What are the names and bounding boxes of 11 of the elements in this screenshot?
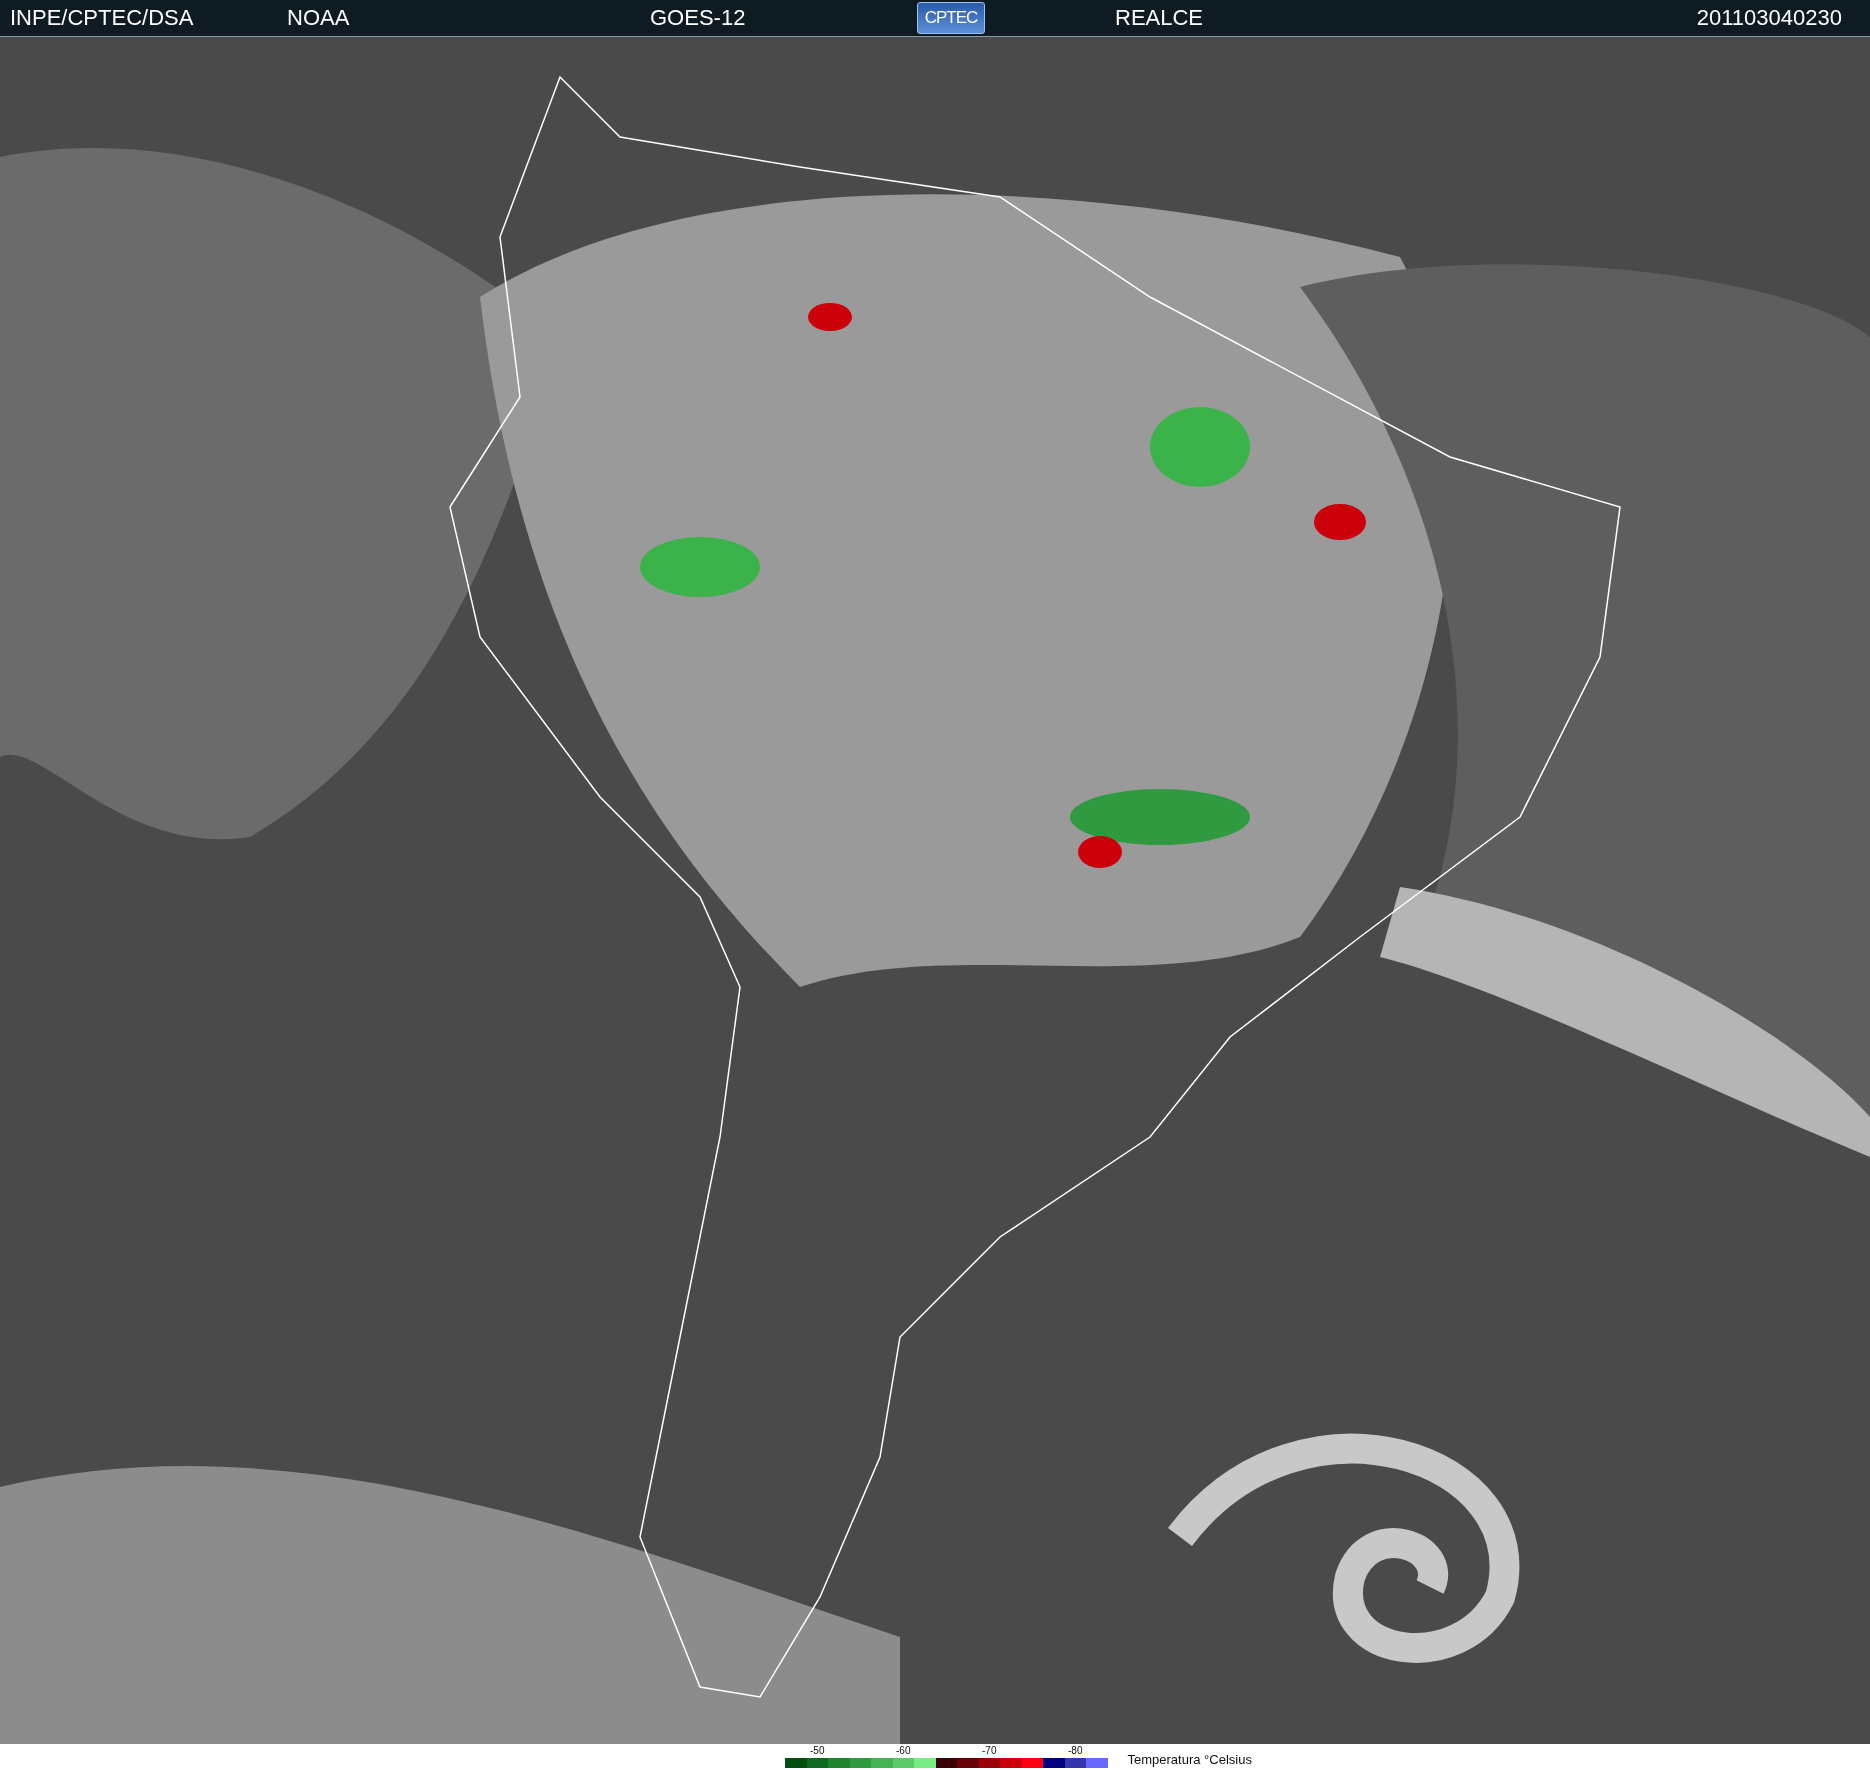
satellite-label: GOES-12 <box>650 5 747 31</box>
scale-tick-label: -50 <box>809 1745 826 1758</box>
scale-tick-label: -70 <box>981 1745 998 1758</box>
scale-tick-label: -60 <box>895 1745 912 1758</box>
scale-tick-label: -80 <box>1067 1745 1084 1758</box>
agency-label: NOAA <box>287 5 351 31</box>
timestamp: 201103040230 <box>1696 5 1842 31</box>
logo: CPTEC <box>917 2 985 34</box>
product-label: REALCE <box>1115 5 1205 31</box>
legend-title: Temperatura °Celsius <box>1127 1752 1252 1767</box>
source-label: INPE/CPTEC/DSA <box>10 5 195 31</box>
